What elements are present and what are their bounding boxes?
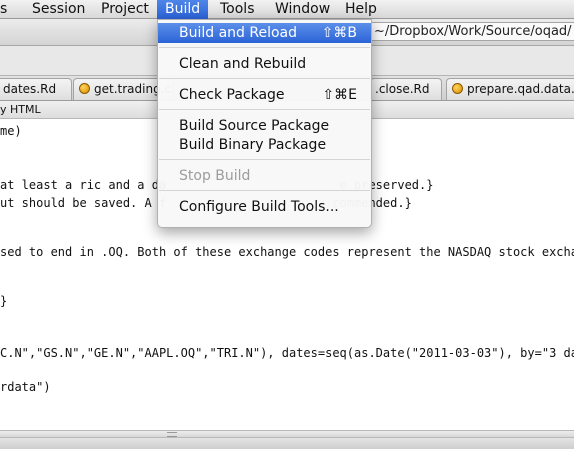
menu-item-label: Build Binary Package	[179, 137, 327, 153]
tab-label: dates.Rd	[3, 82, 57, 96]
menu-separator	[159, 47, 370, 48]
menu-item-shortcut: ⇧⌘B	[321, 25, 357, 41]
menu-item-configure-build-tools[interactable]: Configure Build Tools...	[158, 197, 371, 217]
menu-item-build-and-reload[interactable]: Build and Reload ⇧⌘B	[158, 23, 371, 43]
menu-separator	[159, 109, 370, 110]
menu-item-build-binary-package[interactable]: Build Binary Package	[158, 135, 371, 155]
pane-splitter[interactable]	[0, 430, 574, 438]
tab-label: prepare.qad.data.R	[467, 82, 574, 96]
code-line: sed to end in .OQ. Both of these exchang…	[0, 245, 574, 259]
menu-window[interactable]: Window	[267, 0, 338, 19]
menu-item-shortcut: ⇧⌘E	[322, 87, 357, 103]
menu-item-check-package[interactable]: Check Package ⇧⌘E	[158, 85, 371, 105]
menu-item-label: Build and Reload	[179, 25, 298, 41]
menu-bar: s Session Project Build Tools Window Hel…	[0, 0, 574, 19]
preview-html-button[interactable]: y HTML	[0, 101, 41, 119]
menu-separator	[159, 159, 370, 160]
code-line: }	[0, 294, 8, 308]
menu-item-clean-and-rebuild[interactable]: Clean and Rebuild	[158, 54, 371, 74]
menu-item-stop-build[interactable]: Stop Build	[158, 166, 371, 186]
menu-item-label: Clean and Rebuild	[179, 56, 307, 72]
menu-help[interactable]: Help	[337, 0, 385, 19]
tab-label: .close.Rd	[375, 82, 430, 96]
menu-build[interactable]: Build	[157, 0, 209, 19]
splitter-grip-icon	[167, 432, 177, 437]
menu-item-label: Build Source Package	[179, 118, 330, 134]
code-line: rdata")	[0, 380, 51, 394]
rstudio-window: s Session Project Build Tools Window Hel…	[0, 0, 574, 449]
menu-file[interactable]: s	[0, 0, 15, 19]
code-line: C.N","GS.N","GE.N","AAPL.OQ","TRI.N"), d…	[0, 346, 574, 360]
menu-separator	[159, 78, 370, 79]
menu-item-label: Check Package	[179, 87, 285, 103]
project-path-field[interactable]: ~/Dropbox/Work/Source/oqad/	[370, 22, 574, 41]
r-file-icon	[452, 83, 463, 94]
rd-file-icon	[79, 83, 90, 94]
menu-item-build-source-package[interactable]: Build Source Package	[158, 116, 371, 136]
tab-close-rd[interactable]: .close.Rd	[370, 78, 442, 100]
menu-separator	[159, 190, 370, 191]
console-pane-header	[0, 438, 574, 449]
build-dropdown-menu: Build and Reload ⇧⌘B Clean and Rebuild C…	[157, 19, 372, 228]
tab-prepare-qad-data[interactable]: prepare.qad.data.R	[446, 78, 574, 100]
code-line: me)	[0, 124, 22, 138]
menu-tools[interactable]: Tools	[212, 0, 263, 19]
menu-item-label: Stop Build	[179, 168, 251, 184]
tab-dates-rd[interactable]: dates.Rd	[0, 78, 72, 100]
menu-session[interactable]: Session	[24, 0, 93, 19]
menu-item-label: Configure Build Tools...	[179, 199, 339, 215]
menu-project[interactable]: Project	[93, 0, 157, 19]
